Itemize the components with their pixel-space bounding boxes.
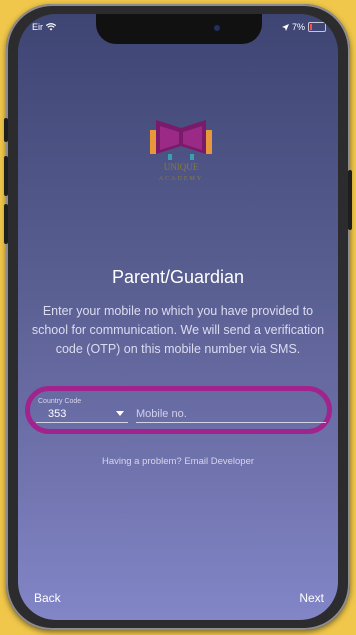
- battery-percent: 7%: [291, 22, 305, 32]
- notch: [96, 14, 262, 44]
- location-arrow-icon: [281, 23, 289, 31]
- carrier-label: Eir: [32, 22, 43, 32]
- logo-text-2: ACADEMY: [159, 176, 203, 182]
- logo-text-1: UNIQUE: [164, 162, 199, 172]
- help-email-link[interactable]: Having a problem? Email Developer: [18, 456, 338, 467]
- power-button: [348, 170, 352, 230]
- camera-icon: [214, 25, 220, 31]
- phone-screen: Eir 7% UNIQUE ACADEMY Parent/Guardian En…: [18, 14, 338, 620]
- wifi-icon: [46, 23, 56, 31]
- volume-up-button: [4, 156, 8, 196]
- next-button[interactable]: Next: [299, 591, 324, 605]
- country-code-select[interactable]: 353: [36, 406, 128, 423]
- dropdown-arrow-icon: [116, 411, 124, 416]
- school-logo: UNIQUE ACADEMY: [150, 120, 212, 182]
- battery-icon: [308, 22, 326, 32]
- instructions-text: Enter your mobile no which you have prov…: [31, 304, 325, 356]
- status-bar-left: Eir: [32, 22, 56, 32]
- country-code-label: Country Code: [38, 398, 82, 405]
- country-code-value: 353: [48, 408, 67, 420]
- mobile-number-input[interactable]: [136, 406, 326, 423]
- back-button[interactable]: Back: [34, 591, 61, 605]
- page-title: Parent/Guardian: [111, 267, 245, 287]
- volume-down-button: [4, 204, 8, 244]
- status-bar-right: 7%: [281, 22, 326, 32]
- mute-switch: [4, 118, 8, 142]
